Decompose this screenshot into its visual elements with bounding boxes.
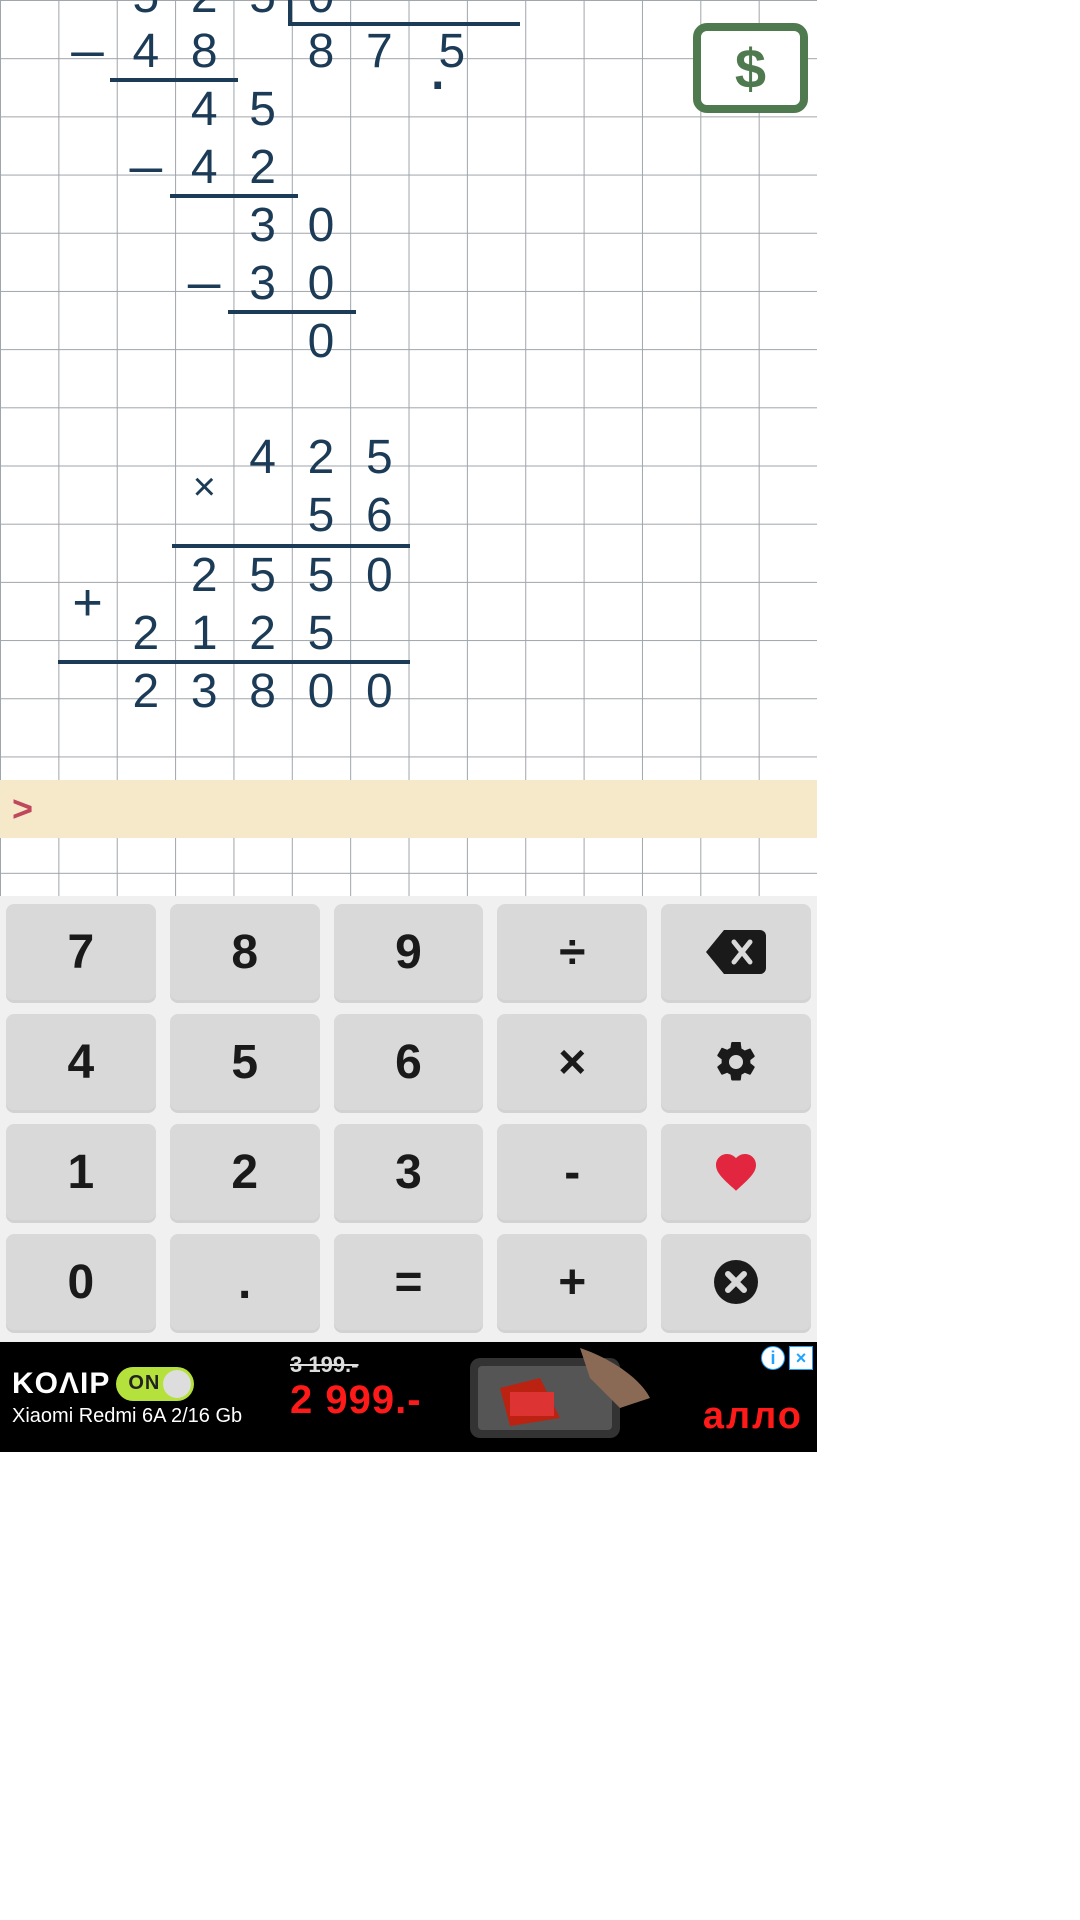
dollar-icon: $ <box>735 36 766 101</box>
digit: 4 <box>175 80 233 138</box>
digit: 8 <box>233 662 291 720</box>
key-minus[interactable]: - <box>497 1124 647 1220</box>
digit: 5 <box>233 0 291 25</box>
key-decimal[interactable]: . <box>170 1234 320 1330</box>
minus-sign: _ <box>58 0 116 54</box>
key-0[interactable]: 0 <box>6 1234 156 1330</box>
times-sign: × <box>175 458 233 516</box>
math-work-area[interactable]: $ 5 2 5 0 _ 8 7 . 5 4 8 _ 4 5 4 2 _ 3 0 … <box>0 0 817 896</box>
key-multiply[interactable]: × <box>497 1014 647 1110</box>
minus-sign: _ <box>117 112 175 170</box>
digit: 0 <box>292 662 350 720</box>
digit: 5 <box>292 486 350 544</box>
key-divide[interactable]: ÷ <box>497 904 647 1000</box>
digit: 1 <box>175 604 233 662</box>
ad-brand: KOΛIP ON <box>12 1367 242 1401</box>
key-equals[interactable]: = <box>334 1234 484 1330</box>
ad-price: 3 199.- 2 999.- <box>290 1352 422 1423</box>
ad-info-button[interactable]: i <box>761 1346 785 1370</box>
ad-subtitle: Xiaomi Redmi 6A 2/16 Gb <box>12 1405 242 1428</box>
backspace-icon <box>706 930 766 974</box>
key-favorite[interactable] <box>661 1124 811 1220</box>
toggle-on-icon: ON <box>116 1367 194 1401</box>
digit: 8 <box>292 22 350 80</box>
digit: 8 <box>175 22 233 80</box>
key-5[interactable]: 5 <box>170 1014 320 1110</box>
digit: 2 <box>117 604 175 662</box>
digit: 2 <box>233 604 291 662</box>
ad-old-price: 3 199.- <box>290 1352 422 1378</box>
key-plus[interactable]: + <box>497 1234 647 1330</box>
ad-brand-text: KOΛIP <box>12 1367 110 1401</box>
ad-close-button[interactable]: × <box>789 1346 813 1370</box>
ad-new-price: 2 999.- <box>290 1378 422 1423</box>
key-6[interactable]: 6 <box>334 1014 484 1110</box>
plus-sign: + <box>58 574 116 632</box>
digit: 3 <box>233 196 291 254</box>
ad-product-image <box>440 1348 660 1446</box>
digit: 5 <box>233 80 291 138</box>
digit: 2 <box>233 138 291 196</box>
digit: 2 <box>175 546 233 604</box>
key-8[interactable]: 8 <box>170 904 320 1000</box>
ad-controls: i × <box>761 1346 813 1370</box>
close-circle-icon <box>712 1258 760 1306</box>
digit: 0 <box>350 546 408 604</box>
digit: 0 <box>350 662 408 720</box>
digit: 3 <box>233 254 291 312</box>
digit: 0 <box>292 312 350 370</box>
ad-brand-on: ON <box>128 1372 160 1395</box>
digit: 5 <box>233 546 291 604</box>
digit: 2 <box>292 428 350 486</box>
key-settings[interactable] <box>661 1014 811 1110</box>
key-3[interactable]: 3 <box>334 1124 484 1220</box>
input-prompt-row[interactable]: > <box>0 780 817 838</box>
digit: 0 <box>292 254 350 312</box>
key-2[interactable]: 2 <box>170 1124 320 1220</box>
key-1[interactable]: 1 <box>6 1124 156 1220</box>
ad-banner[interactable]: KOΛIP ON Xiaomi Redmi 6A 2/16 Gb 3 199.-… <box>0 1342 817 1452</box>
key-clear[interactable] <box>661 1234 811 1330</box>
digit: 2 <box>117 662 175 720</box>
digit: 5 <box>350 428 408 486</box>
premium-money-button[interactable]: $ <box>693 23 808 113</box>
gear-icon <box>712 1038 760 1086</box>
digit: 7 <box>350 22 408 80</box>
key-backspace[interactable] <box>661 904 811 1000</box>
heart-icon <box>709 1148 763 1196</box>
caret-icon: > <box>12 788 33 830</box>
digit: 0 <box>292 196 350 254</box>
digit: 4 <box>117 22 175 80</box>
digit: 5 <box>292 546 350 604</box>
digit: 5 <box>292 604 350 662</box>
minus-sign: _ <box>175 228 233 286</box>
key-4[interactable]: 4 <box>6 1014 156 1110</box>
key-7[interactable]: 7 <box>6 904 156 1000</box>
digit: 4 <box>175 138 233 196</box>
digit: 5 <box>409 22 497 80</box>
digit: 6 <box>350 486 408 544</box>
ad-shop-logo: алло <box>703 1395 803 1438</box>
ad-left: KOΛIP ON Xiaomi Redmi 6A 2/16 Gb <box>12 1367 242 1428</box>
digit: 3 <box>175 662 233 720</box>
key-9[interactable]: 9 <box>334 904 484 1000</box>
calculator-keypad: 7 8 9 ÷ 4 5 6 × 1 2 3 - 0 . = + <box>0 896 817 1342</box>
digit: 4 <box>233 428 291 486</box>
